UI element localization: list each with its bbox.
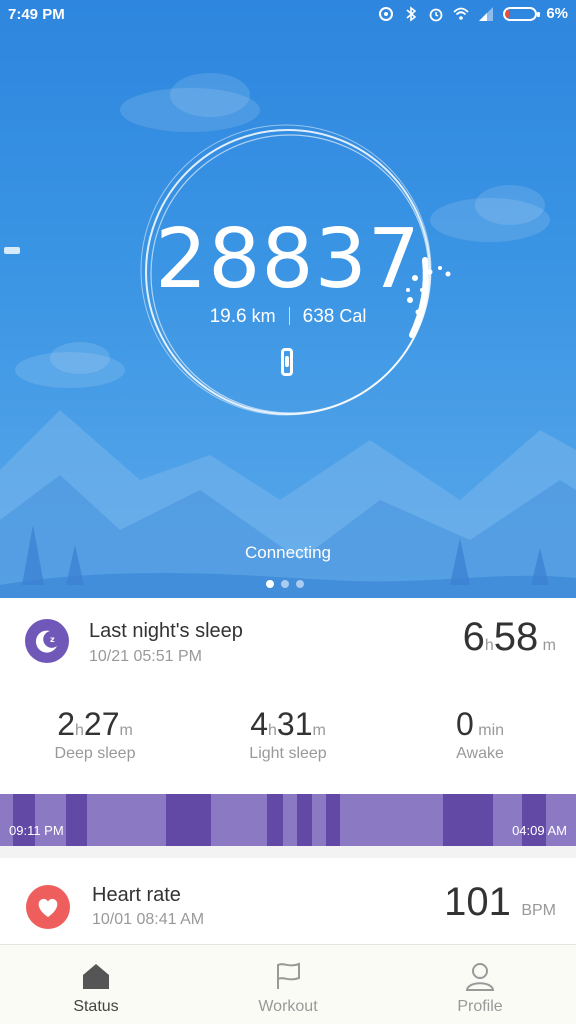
status-time: 7:49 PM xyxy=(8,6,65,23)
minutes-unit: m xyxy=(542,637,556,654)
sleep-date: 10/21 05:51 PM xyxy=(89,648,202,665)
person-icon xyxy=(465,963,495,991)
activity-panel[interactable]: 7:49 PM 6% 28837 19.6 km 638 Cal Connect… xyxy=(0,0,576,598)
tab-workout-label: Workout xyxy=(258,998,318,1015)
hours-unit: h xyxy=(267,722,277,739)
svg-text:z: z xyxy=(50,635,55,644)
deep-hours: 2 xyxy=(57,706,75,742)
band-icon xyxy=(281,348,293,376)
connection-status: Connecting xyxy=(244,543,331,562)
page-dot xyxy=(266,580,274,588)
deep-sleep-segment xyxy=(297,794,312,846)
tab-profile[interactable]: Profile xyxy=(384,945,576,1024)
heart-icon xyxy=(26,885,70,929)
hotspot-icon xyxy=(379,6,394,21)
distance-value: 19.6 xyxy=(209,306,247,327)
distance-calories-row: 19.6 km 638 Cal xyxy=(160,306,416,328)
awake-value: 0 xyxy=(455,706,474,742)
alarm-icon xyxy=(429,8,443,21)
total-minutes: 58 xyxy=(493,615,539,659)
bottom-tab-bar: Status Workout Profile xyxy=(0,944,576,1024)
heart-rate-value: 101 BPM xyxy=(444,880,556,925)
awake-unit: min xyxy=(478,722,505,739)
wifi-icon xyxy=(453,7,469,20)
heart-rate-title: Heart rate xyxy=(92,884,181,906)
bluetooth-icon xyxy=(406,5,417,22)
total-hours: 6 xyxy=(462,615,485,659)
step-count: 28837 xyxy=(155,212,421,307)
heart-rate-date: 10/01 08:41 AM xyxy=(92,911,205,928)
tab-status[interactable]: Status xyxy=(0,945,192,1024)
hours-unit: h xyxy=(484,637,494,654)
light-minutes: 31 xyxy=(276,706,313,742)
awake-label: Awake xyxy=(456,745,504,762)
deep-sleep-segment xyxy=(326,794,340,846)
light-hours: 4 xyxy=(250,706,268,742)
tab-profile-label: Profile xyxy=(457,998,503,1015)
tab-workout[interactable]: Workout xyxy=(192,945,384,1024)
tab-status-label: Status xyxy=(73,998,119,1015)
minutes-unit: m xyxy=(119,722,133,739)
sleep-timeline[interactable] xyxy=(0,794,576,846)
edge-handle[interactable] xyxy=(4,247,20,254)
page-dot xyxy=(281,580,289,588)
hours-unit: h xyxy=(74,722,84,739)
deep-sleep-segment xyxy=(443,794,493,846)
battery-icon xyxy=(503,6,541,21)
deep-sleep-segment xyxy=(267,794,283,846)
sleep-end-time: 04:09 AM xyxy=(512,823,567,838)
deep-minutes: 27 xyxy=(83,706,120,742)
bpm-unit: BPM xyxy=(521,902,556,919)
deep-sleep-label: Deep sleep xyxy=(54,745,136,762)
light-sleep-stat: 4h31m Light sleep xyxy=(213,706,363,763)
deep-sleep-segment xyxy=(66,794,87,846)
bpm-value: 101 xyxy=(444,880,511,924)
minutes-unit: m xyxy=(312,722,326,739)
status-bar: 7:49 PM 6% xyxy=(0,0,576,32)
deep-sleep-segment xyxy=(13,794,35,846)
deep-sleep-stat: 2h27m Deep sleep xyxy=(20,706,170,763)
flag-icon xyxy=(277,962,300,989)
light-sleep-label: Light sleep xyxy=(249,745,327,762)
page-indicator xyxy=(266,580,304,588)
calories-unit: Cal xyxy=(339,306,367,326)
sleep-moon-icon: z xyxy=(25,619,69,663)
sleep-title: Last night's sleep xyxy=(89,620,243,642)
awake-stat: 0 min Awake xyxy=(405,706,555,763)
divider xyxy=(288,307,290,325)
sleep-total-duration: 6h58 m xyxy=(463,615,556,660)
sleep-start-time: 09:11 PM xyxy=(9,823,64,838)
deep-sleep-segment xyxy=(522,794,546,846)
home-icon xyxy=(83,964,109,989)
distance-unit: km xyxy=(251,306,276,326)
page-dot xyxy=(296,580,304,588)
calories-value: 638 xyxy=(302,306,335,327)
deep-sleep-segment xyxy=(166,794,211,846)
signal-icon xyxy=(479,6,494,21)
battery-percent: 6% xyxy=(546,5,568,22)
